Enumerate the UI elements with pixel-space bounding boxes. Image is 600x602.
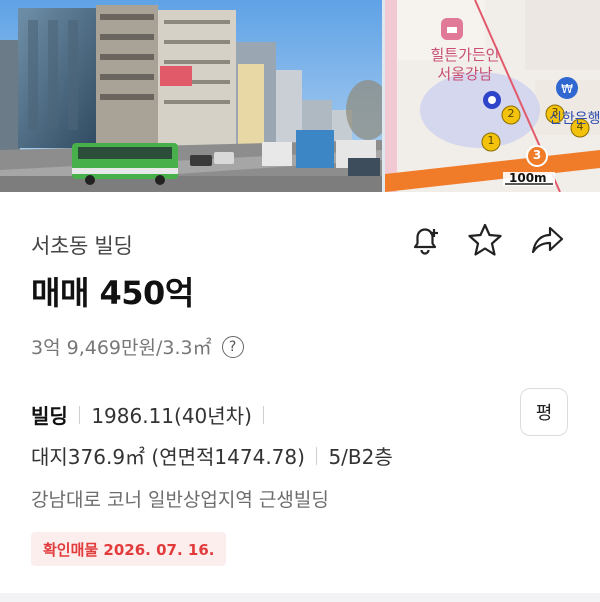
- map-hotel-line1: 힐튼가든인: [430, 46, 500, 64]
- unit-price: 3억 9,469만원/3.3㎡: [31, 337, 212, 359]
- map-thumbnail[interactable]: ₩ 힐튼가든인 서울강남 신한은행 1 2 3 4 3 100m: [385, 0, 600, 192]
- map-exit-2: 2: [507, 107, 515, 120]
- share-button[interactable]: [527, 220, 567, 260]
- share-arrow-icon: [531, 226, 564, 254]
- map-exit-1: 1: [487, 134, 495, 147]
- property-type: 빌딩: [31, 404, 68, 428]
- favorite-button[interactable]: [465, 220, 505, 260]
- area-info-row: 대지376.9㎡ (연면적1474.78) 5/B2층: [31, 441, 393, 470]
- verified-badge: 확인매물 2026. 07. 16.: [31, 532, 227, 566]
- listing-actions: [405, 220, 575, 260]
- add-alert-button[interactable]: [405, 220, 445, 260]
- map-exit-3: 3: [551, 106, 559, 119]
- building-info-row: 빌딩 1986.11(40년차): [31, 400, 275, 429]
- section-divider: [0, 593, 600, 602]
- map-scale-label: 100m: [509, 171, 547, 185]
- street-photo-illustration: [0, 0, 390, 192]
- built-year: 1986.11(40년차): [91, 404, 252, 428]
- divider: [315, 446, 318, 465]
- star-icon: [468, 223, 502, 256]
- land-area: 대지376.9㎡ (연면적1474.78): [31, 445, 305, 469]
- map-hotel-line2: 서울강남: [437, 65, 493, 83]
- sale-price: 매매 450억: [31, 274, 194, 312]
- divider: [262, 405, 265, 424]
- street-photo[interactable]: [0, 0, 390, 192]
- unit-toggle-button[interactable]: 평: [520, 388, 568, 436]
- listing-description: 강남대로 코너 일반상업지역 근생빌딩: [31, 489, 329, 511]
- svg-text:₩: ₩: [561, 82, 573, 96]
- bell-plus-icon: [413, 228, 438, 255]
- map-line-label: 3: [532, 148, 542, 162]
- divider: [78, 405, 81, 424]
- listing-media: ₩ 힐튼가든인 서울강남 신한은행 1 2 3 4 3 100m: [0, 0, 600, 192]
- map-hotel-label: 힐튼가든인 서울강남: [415, 46, 515, 84]
- help-icon[interactable]: ?: [221, 335, 244, 358]
- map-illustration: ₩: [385, 0, 600, 192]
- floor-info: 5/B2층: [328, 445, 393, 469]
- unit-price-row: 3억 9,469만원/3.3㎡ ?: [31, 333, 244, 360]
- map-exit-4: 4: [576, 120, 584, 133]
- listing-subtitle: 서초동 빌딩: [31, 234, 133, 258]
